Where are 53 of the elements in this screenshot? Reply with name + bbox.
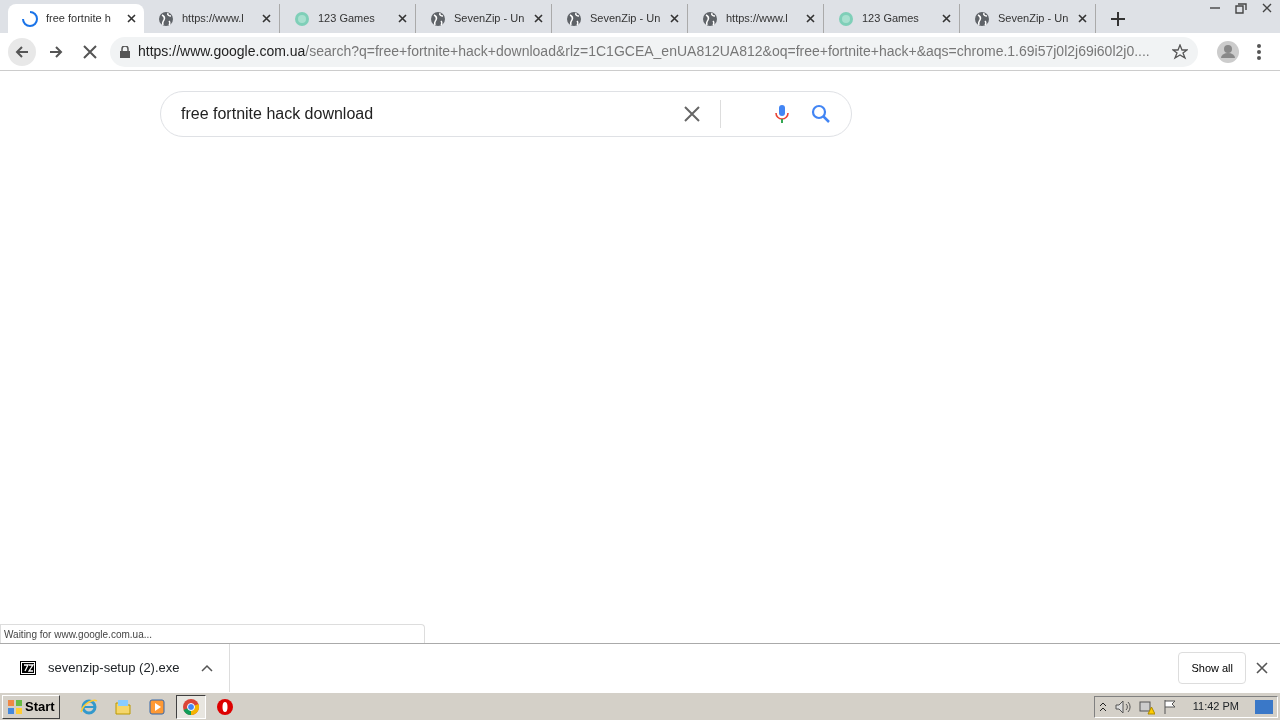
menu-icon[interactable] (1256, 42, 1262, 61)
close-icon[interactable] (1078, 14, 1087, 23)
chevron-up-icon[interactable] (201, 664, 213, 672)
loading-spinner-icon (22, 10, 38, 27)
microphone-icon[interactable] (775, 104, 789, 124)
download-filename[interactable]: sevenzip-setup (2).exe (48, 658, 189, 678)
game-logo-icon (294, 10, 310, 27)
globe-icon (974, 10, 990, 27)
speaker-icon[interactable] (1114, 699, 1131, 714)
folder-icon (113, 697, 132, 716)
url-text: https://www.google.com.ua/search?q=free+fortnite+hack+download&rlz=1C1GCEA_enUA812UA812&oq=free+fortnite+hack+&aqs=chrome.1.69i57j0l2j69i60l2j0.... (138, 42, 1151, 61)
game-logo-icon (838, 10, 854, 27)
desktop-icon[interactable] (1255, 699, 1273, 714)
back-button[interactable] (8, 37, 36, 66)
start-button[interactable]: Start (2, 694, 60, 719)
windows-flag-icon (7, 698, 23, 715)
archive-file-icon (20, 661, 36, 675)
search-icon[interactable] (811, 104, 831, 124)
close-icon[interactable] (670, 14, 679, 23)
globe-icon (566, 10, 582, 27)
close-icon[interactable] (262, 14, 271, 23)
forward-arrow-icon (48, 43, 64, 60)
close-icon[interactable] (127, 14, 136, 23)
flag-icon[interactable] (1162, 698, 1177, 715)
globe-icon (430, 10, 446, 27)
star-icon[interactable] (1172, 43, 1188, 60)
chrome-icon (181, 697, 200, 716)
chevron-up-icon[interactable] (1098, 701, 1107, 712)
status-text: Waiting for www.google.com.ua... (0, 624, 425, 643)
browser-tab[interactable]: free fortnite h (8, 4, 144, 33)
browser-e-icon (79, 697, 98, 716)
restore-icon (1235, 2, 1247, 14)
close-icon[interactable] (942, 14, 951, 23)
globe-icon (158, 10, 174, 27)
close-icon[interactable] (806, 14, 815, 23)
profile-avatar-icon[interactable] (1216, 39, 1240, 64)
clear-icon[interactable] (684, 106, 700, 122)
clock-text: 11:42 PM (1192, 699, 1239, 715)
show-all-button[interactable]: Show all (1178, 651, 1246, 685)
plus-icon (1111, 11, 1125, 26)
address-bar[interactable]: https://www.google.com.ua/search?q=free+fortnite+hack+download&rlz=1C1GCEA_enUA812UA812&oq=free+fortnite+hack+&aqs=chrome.1.69i57j0l2j69i60l2j0.... (110, 36, 1198, 67)
taskbar-app-button[interactable] (175, 694, 206, 719)
opera-icon (215, 697, 234, 716)
close-icon[interactable] (1256, 662, 1268, 674)
close-icon (1262, 3, 1272, 13)
close-icon[interactable] (398, 14, 407, 23)
close-icon[interactable] (534, 14, 543, 23)
close-icon (83, 44, 97, 59)
back-arrow-icon (14, 43, 30, 60)
globe-icon (702, 10, 718, 27)
minimize-icon (1210, 7, 1220, 9)
lock-icon (120, 45, 130, 58)
media-player-icon (147, 697, 166, 716)
